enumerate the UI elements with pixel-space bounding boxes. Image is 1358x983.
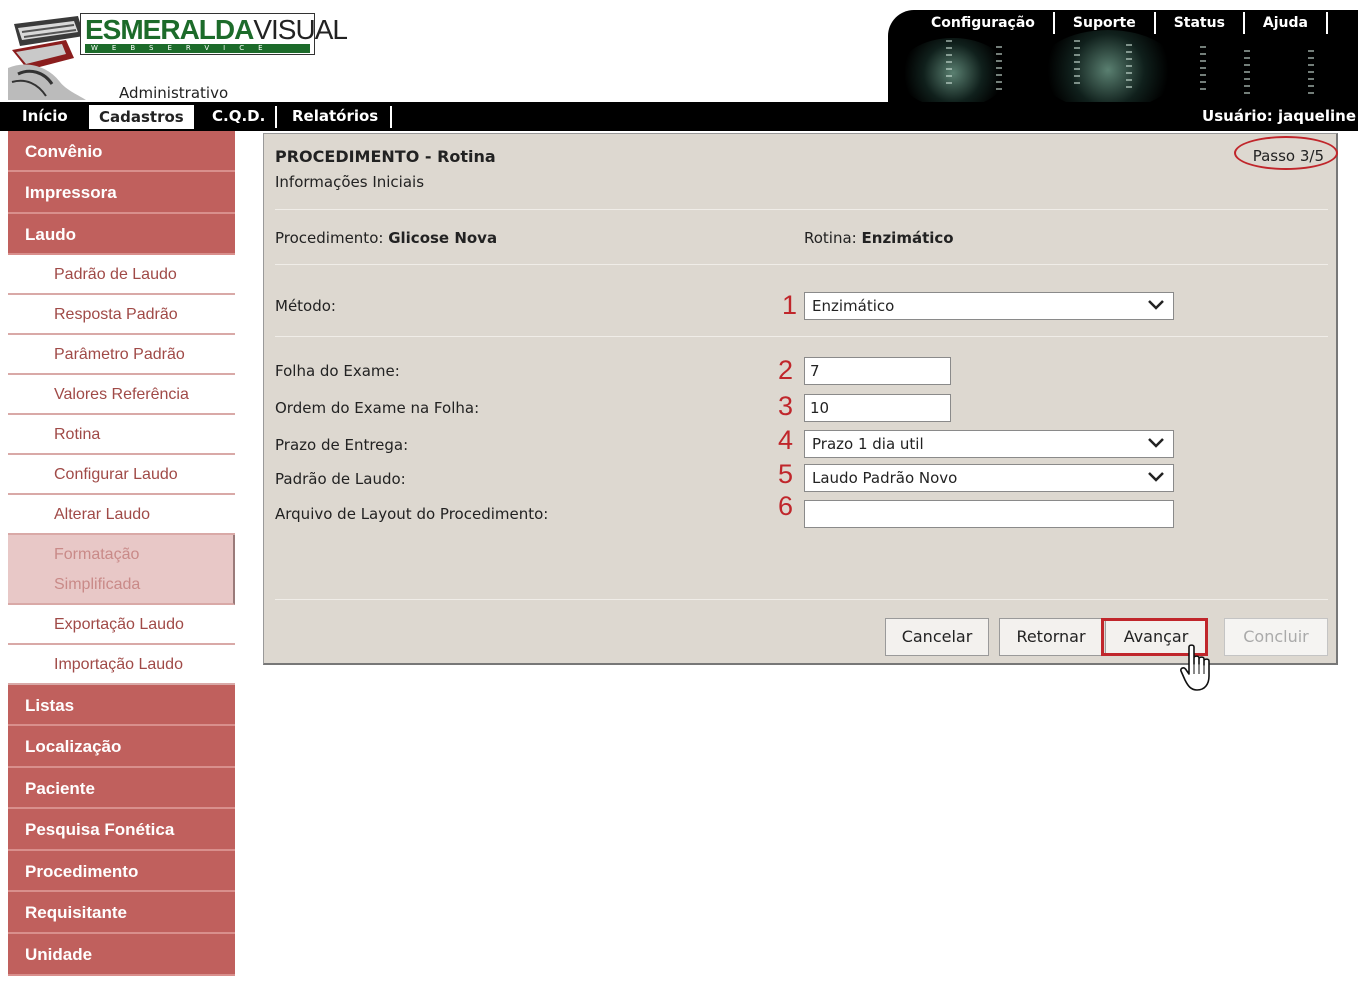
rotina-info: Rotina: Enzimático	[804, 229, 954, 247]
prazo-select[interactable]: Prazo 1 dia util	[804, 430, 1174, 458]
banner-dots	[1308, 50, 1314, 96]
divider	[275, 209, 1328, 210]
header-banner: Configuração Suporte Status Ajuda	[888, 10, 1358, 102]
metodo-select[interactable]: Enzimático	[804, 292, 1174, 320]
ordem-label: Ordem do Exame na Folha:	[275, 399, 480, 417]
sidebar-subitem-configurar-laudo[interactable]: Configurar Laudo	[8, 455, 235, 495]
banner-dots	[946, 40, 952, 86]
sidebar-subitem-alterar-laudo[interactable]: Alterar Laudo	[8, 495, 235, 535]
padrao-label: Padrão de Laudo:	[275, 470, 406, 488]
metodo-select-value: Enzimático	[812, 297, 895, 315]
marker-2: 2	[778, 355, 794, 385]
sidebar-item-laudo[interactable]: Laudo	[8, 214, 235, 255]
sidebar-subitem-rotina[interactable]: Rotina	[8, 415, 235, 455]
brand-logo-text: ESMERALDAVISUAL	[85, 14, 348, 45]
sidebar-subitem-resposta-padrao[interactable]: Resposta Padrão	[8, 295, 235, 335]
sidebar-subitem-label: Formatação	[54, 546, 140, 563]
marker-3: 3	[778, 391, 794, 421]
page-title: PROCEDIMENTO - Rotina	[275, 147, 496, 166]
step-highlight-ring	[1234, 136, 1338, 170]
sidebar-subitem-formatacao-simplificada[interactable]: Formatação Simplificada	[8, 535, 235, 605]
sidebar-item-requisitante[interactable]: Requisitante	[8, 892, 235, 934]
current-user: Usuário: jaqueline	[1202, 107, 1356, 125]
sidebar-item-paciente[interactable]: Paciente	[8, 768, 235, 809]
banner-glow	[1038, 30, 1178, 102]
prazo-label: Prazo de Entrega:	[275, 436, 409, 454]
sidebar-item-convenio[interactable]: Convênio	[8, 131, 235, 172]
app-header: ESMERALDAVISUAL WEBSERVICE Administrativ…	[0, 0, 1358, 102]
sidebar-item-impressora[interactable]: Impressora	[8, 172, 235, 214]
sidebar-subitem-exportacao-laudo[interactable]: Exportação Laudo	[8, 605, 235, 645]
ordem-input[interactable]: 10	[804, 394, 951, 422]
banner-dots	[996, 46, 1002, 92]
logo-emblem-icon	[8, 16, 86, 100]
prazo-select-value: Prazo 1 dia util	[812, 435, 924, 453]
metodo-label: Método:	[275, 297, 336, 315]
procedimento-info: Procedimento: Glicose Nova	[275, 229, 497, 247]
sidebar-item-localizacao[interactable]: Localização	[8, 726, 235, 768]
folha-input[interactable]: 7	[804, 357, 951, 385]
marker-5: 5	[778, 459, 794, 489]
cancel-button[interactable]: Cancelar	[885, 618, 989, 656]
top-link-ajuda[interactable]: Ajuda	[1245, 12, 1328, 34]
banner-dots	[1200, 46, 1206, 92]
top-link-suporte[interactable]: Suporte	[1055, 12, 1156, 34]
chevron-down-icon	[1148, 300, 1164, 310]
nav-inicio[interactable]: Início	[22, 102, 68, 131]
divider	[275, 264, 1328, 265]
arquivo-layout-input[interactable]	[804, 500, 1174, 528]
marker-1: 1	[782, 290, 798, 320]
sidebar-subitem-parametro-padrao[interactable]: Parâmetro Padrão	[8, 335, 235, 375]
top-link-status[interactable]: Status	[1156, 12, 1245, 34]
main-nav: Início Cadastros C.Q.D. Relatórios Usuár…	[0, 102, 1358, 131]
chevron-down-icon	[1148, 472, 1164, 482]
nav-cqd[interactable]: C.Q.D.	[212, 102, 265, 131]
top-links: Configuração Suporte Status Ajuda	[913, 10, 1328, 36]
marker-6: 6	[778, 491, 794, 521]
app-subtitle: Administrativo	[119, 84, 229, 102]
sidebar-subitem-label: Simplificada	[54, 576, 141, 593]
nav-cadastros[interactable]: Cadastros	[89, 105, 194, 129]
nav-separator	[390, 106, 392, 128]
top-link-configuracao[interactable]: Configuração	[913, 12, 1055, 34]
sidebar-item-unidade[interactable]: Unidade	[8, 934, 235, 976]
nav-relatorios[interactable]: Relatórios	[292, 102, 378, 131]
arquivo-label: Arquivo de Layout do Procedimento:	[275, 505, 549, 523]
divider	[275, 599, 1328, 600]
marker-4: 4	[778, 425, 794, 455]
rotina-label: Rotina:	[804, 229, 857, 247]
page-subtitle: Informações Iniciais	[275, 173, 425, 191]
divider	[275, 336, 1328, 337]
procedure-wizard-panel: PROCEDIMENTO - Rotina Informações Inicia…	[263, 133, 1338, 665]
sidebar-subitem-valores-referencia[interactable]: Valores Referência	[8, 375, 235, 415]
nav-separator	[275, 106, 277, 128]
sidebar-subitem-padrao-de-laudo[interactable]: Padrão de Laudo	[8, 255, 235, 295]
sidebar-item-pesquisa-fonetica[interactable]: Pesquisa Fonética	[8, 809, 235, 851]
padrao-laudo-select-value: Laudo Padrão Novo	[812, 469, 958, 487]
procedimento-label: Procedimento:	[275, 229, 384, 247]
brand-strip: WEBSERVICE	[85, 44, 310, 53]
banner-dots	[1126, 44, 1132, 90]
sidebar-item-listas[interactable]: Listas	[8, 685, 235, 726]
banner-dots	[1244, 50, 1250, 96]
sidebar-item-procedimento[interactable]: Procedimento	[8, 851, 235, 892]
banner-dots	[1074, 40, 1080, 86]
procedimento-value: Glicose Nova	[388, 229, 498, 247]
banner-glow	[898, 38, 1008, 102]
rotina-value: Enzimático	[861, 229, 954, 247]
finish-button[interactable]: Concluir	[1224, 618, 1328, 656]
hand-cursor-icon	[1180, 644, 1210, 691]
sidebar: Convênio Impressora Laudo Padrão de Laud…	[8, 131, 235, 983]
brand-name: ESMERALDA	[85, 14, 254, 45]
back-button[interactable]: Retornar	[999, 618, 1103, 656]
brand-name-suffix: VISUAL	[253, 14, 348, 45]
folha-label: Folha do Exame:	[275, 362, 400, 380]
chevron-down-icon	[1148, 438, 1164, 448]
padrao-laudo-select[interactable]: Laudo Padrão Novo	[804, 464, 1174, 492]
sidebar-subitem-importacao-laudo[interactable]: Importação Laudo	[8, 645, 235, 685]
brand-logo[interactable]: ESMERALDAVISUAL WEBSERVICE	[80, 13, 348, 55]
